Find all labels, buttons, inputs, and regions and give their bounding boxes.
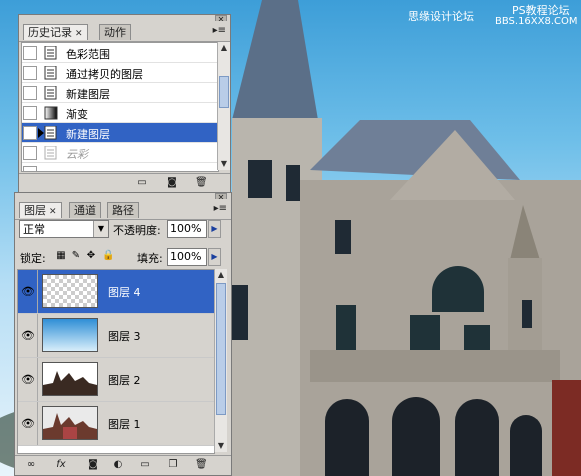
new-layer-icon[interactable]: ❐: [167, 459, 179, 471]
snapshot-source-checkbox[interactable]: [23, 66, 37, 80]
opacity-input[interactable]: 100%: [167, 220, 207, 238]
lock-position-icon[interactable]: ✥: [85, 250, 97, 262]
scroll-thumb[interactable]: [216, 283, 226, 415]
close-icon[interactable]: ✕: [49, 207, 57, 217]
layers-footer: ∞ fx ◙ ◐ ▭ ❐ 🗑: [15, 455, 231, 474]
panel-menu-icon[interactable]: ▸≡: [213, 25, 226, 36]
history-item[interactable]: 通过拷贝的图层: [22, 63, 218, 83]
snapshot-source-checkbox[interactable]: [23, 106, 37, 120]
layer-thumbnail-sky: [42, 318, 98, 352]
layers-panel: ✕ 图层 ✕ 通道 路径 ▸≡ 正常 ▼ 不透明度: 100% ▶ 锁定: ▦ ✎…: [14, 192, 232, 476]
layer-row[interactable]: 👁 图层 2: [18, 358, 214, 402]
snapshot-source-checkbox[interactable]: [23, 146, 37, 160]
scroll-down-arrow[interactable]: ▼: [215, 440, 227, 452]
document-icon: [44, 126, 57, 140]
close-icon[interactable]: ✕: [75, 29, 83, 39]
layer-thumbnail-transparent: [42, 274, 98, 308]
opacity-label: 不透明度:: [113, 224, 161, 237]
opacity-slider-button[interactable]: ▶: [208, 220, 221, 238]
scroll-thumb[interactable]: [219, 76, 229, 108]
eye-icon[interactable]: 👁: [19, 402, 38, 445]
history-tabbar: 历史记录 ✕ 动作 ▸≡: [19, 21, 230, 42]
eye-icon[interactable]: 👁: [19, 314, 38, 357]
scroll-up-arrow[interactable]: ▲: [215, 269, 227, 281]
new-group-icon[interactable]: ▭: [139, 459, 151, 471]
layer-thumbnail-castle-silhouette: [42, 362, 98, 396]
lock-label: 锁定:: [20, 252, 46, 265]
lock-transparency-icon[interactable]: ▦: [55, 250, 67, 262]
history-item-undone[interactable]: [22, 163, 218, 171]
fill-label: 填充:: [137, 252, 163, 265]
document-icon: [44, 66, 57, 80]
layers-list: 👁 图层 4 👁 图层 3 👁 图层 2 👁 图层 1: [17, 269, 215, 454]
layers-tabbar: 图层 ✕ 通道 路径 ▸≡: [15, 199, 231, 220]
lock-paint-icon[interactable]: ✎: [70, 250, 82, 262]
snapshot-source-checkbox[interactable]: [23, 126, 37, 140]
tab-layers[interactable]: 图层 ✕: [19, 202, 62, 218]
document-icon: [44, 46, 57, 60]
scroll-down-arrow[interactable]: ▼: [218, 158, 230, 170]
blend-mode-select[interactable]: 正常 ▼: [19, 220, 109, 238]
document-icon: [44, 146, 57, 160]
camera-icon[interactable]: ◙: [166, 177, 178, 189]
history-footer: ▭ ◙ 🗑: [19, 173, 230, 192]
tab-channels[interactable]: 通道: [69, 202, 101, 218]
chevron-down-icon: ▼: [93, 221, 108, 237]
trash-icon[interactable]: 🗑: [195, 177, 208, 189]
layer-row[interactable]: 👁 图层 1: [18, 402, 214, 446]
tab-paths[interactable]: 路径: [107, 202, 139, 218]
snapshot-source-checkbox[interactable]: [23, 166, 37, 171]
document-icon: [44, 86, 57, 100]
layer-row[interactable]: 👁 图层 4: [18, 270, 214, 314]
add-mask-icon[interactable]: ◙: [87, 459, 99, 471]
snapshot-source-checkbox[interactable]: [23, 46, 37, 60]
layers-scrollbar[interactable]: ▲ ▼: [214, 269, 227, 452]
gradient-icon: [44, 106, 58, 120]
eye-icon[interactable]: 👁: [19, 270, 38, 313]
watermark-url: BBS.16XX8.COM: [495, 16, 578, 27]
layer-row[interactable]: 👁 图层 3: [18, 314, 214, 358]
layer-thumbnail-castle-photo: [42, 406, 98, 440]
history-item[interactable]: 新建图层: [22, 83, 218, 103]
link-layers-icon[interactable]: ∞: [25, 459, 37, 471]
panel-menu-icon[interactable]: ▸≡: [214, 203, 227, 214]
history-item-selected[interactable]: 新建图层: [22, 123, 218, 143]
snapshot-source-checkbox[interactable]: [23, 86, 37, 100]
tab-actions[interactable]: 动作: [99, 24, 131, 40]
adjustment-layer-icon[interactable]: ◐: [112, 459, 124, 471]
new-document-from-state-icon[interactable]: ▭: [136, 177, 148, 189]
lock-all-icon[interactable]: 🔒: [102, 250, 114, 262]
fill-slider-button[interactable]: ▶: [208, 248, 221, 266]
history-scrollbar[interactable]: ▲ ▼: [217, 42, 230, 170]
history-panel: ✕ 历史记录 ✕ 动作 ▸≡ 色彩范围 通过拷贝的图层 新建图层 渐变 新建图层…: [18, 14, 231, 192]
watermark-site: 思缘设计论坛: [408, 10, 474, 23]
trash-icon[interactable]: 🗑: [195, 459, 208, 471]
eye-icon[interactable]: 👁: [19, 358, 38, 401]
history-list: 色彩范围 通过拷贝的图层 新建图层 渐变 新建图层 云彩: [21, 42, 219, 172]
scroll-up-arrow[interactable]: ▲: [218, 42, 230, 54]
history-item[interactable]: 渐变: [22, 103, 218, 123]
tab-history[interactable]: 历史记录 ✕: [23, 24, 88, 40]
history-item[interactable]: 色彩范围: [22, 43, 218, 63]
layer-style-icon[interactable]: fx: [55, 459, 67, 471]
fill-input[interactable]: 100%: [167, 248, 207, 266]
history-item-undone[interactable]: 云彩: [22, 143, 218, 163]
